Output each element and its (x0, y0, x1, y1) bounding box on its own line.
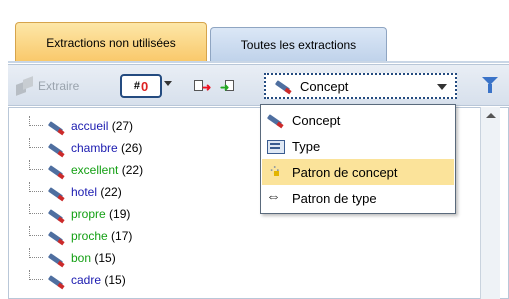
type-pattern-icon (266, 188, 284, 205)
dropdown-option-concept[interactable]: Concept (262, 107, 454, 133)
toolbar: Extraire # 0 ➜ ➜ Concept (8, 64, 509, 106)
extract-button[interactable]: Extraire (16, 78, 79, 94)
filter-count-chevron-down-icon[interactable] (164, 81, 172, 86)
tree-item-count: (19) (109, 207, 131, 221)
tree-connector (29, 160, 43, 170)
tree-item-name: hotel (71, 185, 98, 199)
tree-item-name: excellent (71, 163, 119, 177)
concept-icon (47, 208, 65, 222)
extraction-type-select[interactable]: Concept (264, 73, 457, 99)
remove-icon[interactable]: ➜ (194, 77, 212, 94)
tree-item-count: (15) (104, 273, 126, 287)
dropdown-option-concept-pattern[interactable]: Patron de concept (262, 159, 454, 185)
tree-connector (29, 204, 43, 214)
concept-icon (47, 120, 65, 134)
tree-item-count: (27) (111, 119, 134, 133)
tree-connector (29, 248, 43, 258)
tab-divider (8, 61, 509, 63)
extraction-type-dropdown: Concept Type Patron de concept Patron de… (260, 104, 456, 214)
chevron-down-icon (437, 84, 447, 90)
extraction-type-value: Concept (300, 78, 349, 94)
tree-connector (29, 182, 43, 192)
tree-item-name: chambre (71, 141, 118, 155)
tree-item-name: accueil (71, 119, 109, 133)
filter-funnel-icon[interactable] (482, 77, 498, 93)
tab-all-extractions-label: Toutes les extractions (240, 38, 357, 52)
dropdown-option-label: Patron de concept (292, 164, 398, 180)
tab-unused-extractions[interactable]: Extractions non utilisées (15, 22, 207, 62)
concept-icon (47, 274, 65, 288)
tree-item-name: propre (71, 207, 106, 221)
concept-pattern-icon (266, 161, 284, 181)
tree-connector (29, 116, 43, 126)
tab-strip: Extractions non utilisées Toutes les ext… (0, 0, 509, 63)
dropdown-option-label: Type (292, 138, 321, 154)
tree-item-count: (15) (94, 251, 116, 265)
tree-item-name: proche (71, 229, 108, 243)
tab-all-extractions[interactable]: Toutes les extractions (210, 27, 387, 62)
concept-icon (47, 164, 65, 178)
tree-connector (29, 138, 43, 148)
tree-item-name: cadre (71, 273, 102, 287)
concept-icon (47, 186, 65, 200)
dropdown-option-type[interactable]: Type (262, 133, 454, 159)
extract-icon (16, 78, 34, 94)
filter-count-digit: 0 (140, 78, 149, 94)
tree-scrollbar[interactable] (480, 107, 500, 299)
filter-count-hash: # (133, 80, 140, 92)
type-icon (266, 139, 285, 154)
concept-icon (47, 252, 65, 266)
dropdown-option-type-pattern[interactable]: Patron de type (262, 185, 454, 211)
concept-icon (47, 142, 65, 156)
tree-item-count: (26) (121, 141, 143, 155)
tree-connector (29, 270, 43, 280)
add-icon[interactable]: ➜ (220, 77, 236, 94)
remove-arrow-icon: ➜ (202, 82, 212, 94)
dropdown-option-label: Patron de type (292, 190, 377, 206)
extract-button-label: Extraire (38, 79, 80, 93)
dropdown-option-label: Concept (292, 112, 341, 128)
tree-item-count: (22) (100, 185, 122, 199)
scroll-up-arrow-icon[interactable] (486, 113, 496, 118)
concept-icon (47, 230, 65, 244)
tree-connector (29, 226, 43, 236)
concept-icon (274, 79, 292, 93)
tree-item-count: (17) (111, 229, 133, 243)
concept-icon (266, 113, 284, 127)
filter-count-button[interactable]: # 0 (120, 74, 162, 98)
tree-item-count: (22) (121, 163, 144, 177)
tree-item-name: bon (71, 251, 92, 265)
add-arrow-icon: ➜ (220, 82, 230, 94)
tab-unused-extractions-label: Extractions non utilisées (46, 35, 176, 50)
